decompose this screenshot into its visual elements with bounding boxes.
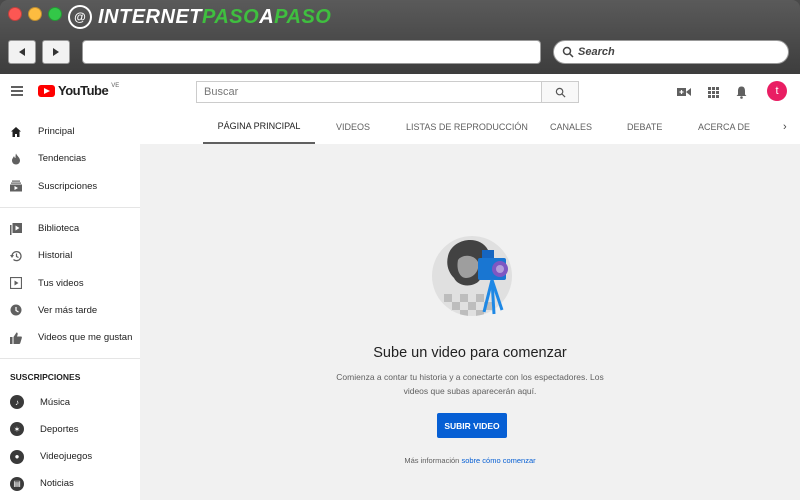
subscription-item-musica[interactable]: ♪ Música: [0, 388, 140, 415]
tab-videos[interactable]: VIDEOS: [336, 110, 370, 144]
history-icon: [10, 250, 22, 262]
thumbs-up-icon: [10, 332, 22, 344]
sidebar-item-label: Principal: [38, 126, 75, 138]
youtube-play-icon: [38, 84, 55, 97]
sidebar-item-label: Suscripciones: [38, 180, 98, 192]
menu-icon[interactable]: [11, 86, 23, 96]
youtube-page: YouTube VE Buscar t Principal Tendencias: [0, 74, 800, 500]
youtube-wordmark: YouTube: [58, 83, 109, 98]
masthead: YouTube VE Buscar t: [0, 74, 800, 110]
newspaper-icon: ▤: [10, 476, 24, 491]
sidebar: Principal Tendencias Suscripciones Bibli…: [0, 110, 140, 500]
tab-acerca-de[interactable]: ACERCA DE: [698, 110, 750, 144]
empty-state-title: Sube un video para comenzar: [373, 345, 567, 361]
maximize-window-button[interactable]: [48, 7, 62, 21]
sidebar-item-label: Biblioteca: [38, 223, 80, 235]
your-videos-icon: [10, 277, 22, 290]
tab-canales[interactable]: CANALES: [550, 110, 592, 144]
youtube-search-button[interactable]: [541, 81, 579, 103]
search-icon: [555, 87, 566, 98]
upload-illustration-icon: [432, 236, 512, 316]
sidebar-item-videos-que-me-gustan[interactable]: Videos que me gustan: [0, 324, 140, 351]
upload-video-button[interactable]: SUBIR VIDEO: [437, 413, 507, 438]
subscription-label: Videojuegos: [40, 451, 93, 463]
user-avatar[interactable]: t: [767, 81, 787, 101]
chevron-right-icon[interactable]: ›: [783, 121, 787, 133]
sidebar-item-principal[interactable]: Principal: [0, 118, 140, 145]
subscription-item-deportes[interactable]: ✶ Deportes: [0, 416, 140, 443]
sidebar-divider: [0, 358, 140, 360]
sidebar-divider: [0, 206, 140, 208]
apps-grid-icon[interactable]: [705, 84, 721, 100]
minimize-window-button[interactable]: [28, 7, 42, 21]
address-bar[interactable]: [82, 40, 541, 64]
sidebar-item-ver-mas-tarde[interactable]: Ver más tarde: [0, 297, 140, 324]
sidebar-item-label: Tendencias: [38, 153, 87, 165]
watch-later-icon: [10, 304, 22, 316]
tab-pagina-principal[interactable]: PÁGINA PRINCIPAL: [203, 110, 315, 144]
library-icon: [10, 222, 22, 235]
subscription-label: Deportes: [40, 423, 79, 435]
notifications-bell-icon[interactable]: [733, 84, 749, 100]
sidebar-item-suscripciones[interactable]: Suscripciones: [0, 173, 140, 200]
forward-arrow-icon: [53, 48, 59, 56]
subscriptions-icon: [10, 180, 22, 192]
back-arrow-icon: [19, 48, 25, 56]
more-info-text: Más información sobre cómo comenzar: [140, 456, 800, 465]
youtube-search-input[interactable]: Buscar: [196, 81, 542, 103]
browser-search-field[interactable]: Search: [553, 40, 789, 64]
home-icon: [10, 126, 22, 138]
region-code: VE: [111, 82, 120, 89]
sidebar-item-label: Historial: [38, 250, 73, 262]
sidebar-item-tus-videos[interactable]: Tus videos: [0, 269, 140, 296]
getting-started-link[interactable]: sobre cómo comenzar: [461, 456, 535, 465]
sidebar-item-biblioteca[interactable]: Biblioteca: [0, 215, 140, 242]
tab-listas-de-reproduccion[interactable]: LISTAS DE REPRODUCCIÓN: [406, 110, 528, 144]
back-button[interactable]: [8, 40, 36, 64]
music-note-icon: ♪: [10, 395, 24, 410]
subscription-label: Música: [40, 396, 71, 408]
close-window-button[interactable]: [8, 7, 22, 21]
sidebar-item-label: Ver más tarde: [38, 304, 98, 316]
subscription-item-videojuegos[interactable]: ● Videojuegos: [0, 443, 140, 470]
gamepad-icon: ●: [10, 449, 24, 464]
site-watermark: @ INTERNETPASOAPASO: [68, 4, 331, 30]
brand-name: INTERNETPASOAPASO: [98, 5, 332, 28]
sidebar-item-tendencias[interactable]: Tendencias: [0, 145, 140, 172]
channel-tabs: PÁGINA PRINCIPAL VIDEOS LISTAS DE REPROD…: [140, 110, 800, 144]
empty-state-panel: Sube un video para comenzar Comienza a c…: [140, 144, 800, 500]
subscription-item-noticias[interactable]: ▤ Noticias: [0, 470, 140, 497]
browser-search-placeholder: Search: [578, 46, 615, 58]
more-info-prefix: Más información: [404, 456, 460, 465]
sidebar-item-historial[interactable]: Historial: [0, 242, 140, 269]
window-controls: [8, 7, 62, 21]
empty-state-description: Comienza a contar tu historia y a conect…: [336, 372, 604, 396]
sidebar-item-label: Videos que me gustan: [38, 332, 133, 344]
flame-icon: [10, 153, 22, 165]
tab-debate[interactable]: DEBATE: [627, 110, 662, 144]
create-video-icon[interactable]: [676, 84, 692, 100]
forward-button[interactable]: [42, 40, 70, 64]
sidebar-item-label: Tus videos: [38, 277, 84, 289]
subscriptions-heading: SUSCRIPCIONES: [10, 372, 81, 383]
browser-chrome: @ INTERNETPASOAPASO Search: [0, 0, 800, 74]
youtube-logo[interactable]: YouTube VE: [38, 83, 119, 98]
trophy-icon: ✶: [10, 422, 24, 437]
brand-logo-icon: @: [68, 5, 92, 29]
search-icon: [562, 46, 574, 58]
subscription-label: Noticias: [40, 478, 74, 490]
